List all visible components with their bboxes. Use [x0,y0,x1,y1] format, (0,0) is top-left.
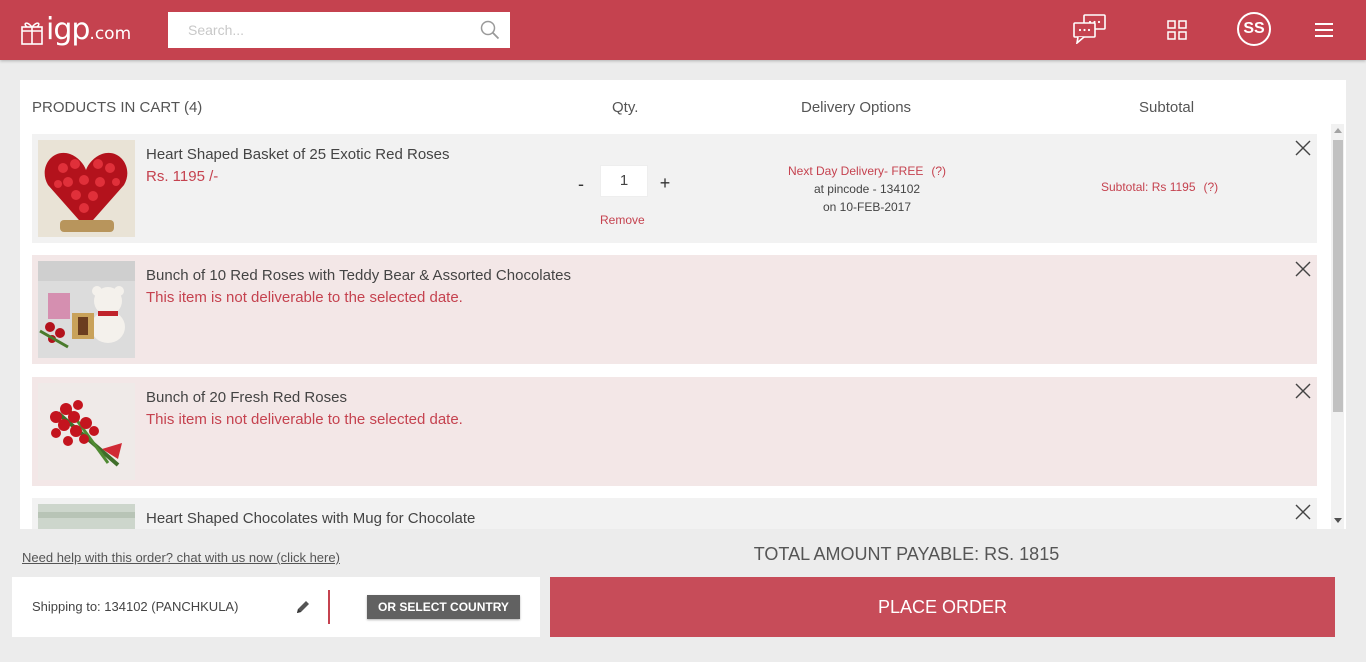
search-box [168,12,510,48]
delivery-info: Next Day Delivery- FREE (?) at pincode - … [772,162,962,216]
remove-link[interactable]: Remove [600,213,645,227]
scrollbar-thumb[interactable] [1333,140,1343,412]
cart-item: Heart Shaped Basket of 25 Exotic Red Ros… [32,134,1317,243]
product-name[interactable]: Bunch of 20 Fresh Red Roses [146,389,347,406]
chat-icon[interactable] [1073,14,1107,44]
cart-item: Heart Shaped Chocolates with Mug for Cho… [32,498,1317,529]
product-image[interactable] [38,504,135,529]
scroll-up-arrow-icon[interactable] [1334,128,1342,133]
select-country-button[interactable]: OR SELECT COUNTRY [367,595,520,619]
product-name[interactable]: Bunch of 10 Red Roses with Teddy Bear & … [146,267,571,284]
close-icon[interactable] [1295,261,1311,277]
shipping-box: Shipping to: 134102 (PANCHKULA) OR SELEC… [12,577,540,637]
close-icon[interactable] [1295,383,1311,399]
item-subtotal: Subtotal: Rs 1195 (?) [1101,180,1218,194]
delivery-header: Delivery Options [801,99,912,116]
product-image[interactable] [38,383,135,480]
search-input[interactable] [168,12,468,48]
grid-icon[interactable] [1167,20,1187,40]
product-image[interactable] [38,261,135,358]
qty-header: Qty. [612,99,639,116]
cart-scrollbar[interactable] [1331,124,1344,529]
delivery-warning: This item is not deliverable to the sele… [146,411,463,428]
delivery-help-icon[interactable]: (?) [931,164,946,178]
gift-icon [21,22,43,45]
delivery-pincode: at pincode - 134102 [813,182,921,196]
shipping-divider [328,590,330,624]
menu-icon[interactable] [1314,22,1334,38]
pencil-icon[interactable] [294,598,312,616]
product-name[interactable]: Heart Shaped Chocolates with Mug for Cho… [146,510,475,527]
close-icon[interactable] [1295,140,1311,156]
place-order-button[interactable]: PLACE ORDER [550,577,1335,637]
product-image[interactable] [38,140,135,237]
search-icon[interactable] [480,20,500,40]
qty-decrease-button[interactable]: - [574,174,588,195]
products-header: PRODUCTS IN CART (4) [32,99,203,116]
top-header: igp .com SS [0,0,1366,60]
help-chat-link[interactable]: Need help with this order? chat with us … [22,550,340,565]
logo-tld: .com [89,24,132,44]
logo-text: igp [46,12,90,47]
subtotal-help-icon[interactable]: (?) [1204,180,1219,194]
delivery-date: on 10-FEB-2017 [822,200,912,214]
subtotal-header: Subtotal [1139,99,1195,116]
qty-increase-button[interactable]: + [658,173,672,194]
delivery-option[interactable]: Next Day Delivery- FREE [788,164,923,178]
item-subtotal-value: Subtotal: Rs 1195 [1101,180,1196,194]
close-icon[interactable] [1295,504,1311,520]
product-price: Rs. 1195 /- [146,168,219,185]
shipping-destination: Shipping to: 134102 (PANCHKULA) [32,599,239,614]
cart-panel: PRODUCTS IN CART (4) Qty. Delivery Optio… [20,80,1346,529]
igp-logo[interactable]: igp .com [20,12,131,46]
user-avatar[interactable]: SS [1237,12,1271,46]
product-name[interactable]: Heart Shaped Basket of 25 Exotic Red Ros… [146,146,450,163]
delivery-warning: This item is not deliverable to the sele… [146,289,463,306]
qty-input[interactable]: 1 [600,165,648,197]
scroll-down-arrow-icon[interactable] [1334,518,1342,523]
cart-item: Bunch of 10 Red Roses with Teddy Bear & … [32,255,1317,364]
total-amount: TOTAL AMOUNT PAYABLE: RS. 1815 [753,544,1060,564]
cart-item: Bunch of 20 Fresh Red Roses This item is… [32,377,1317,486]
